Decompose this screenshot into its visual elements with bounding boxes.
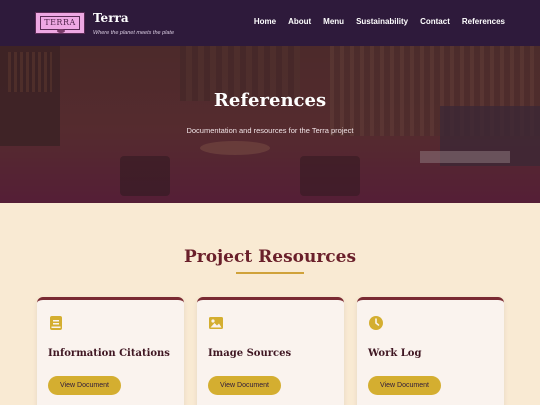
view-document-button[interactable]: View Document	[208, 376, 281, 395]
card-title: Information Citations	[48, 348, 170, 359]
nav-references[interactable]: References	[462, 17, 505, 26]
nav-home[interactable]: Home	[254, 17, 276, 26]
page-title: References	[213, 90, 327, 111]
resource-card-citations: Information Citations View Document	[37, 297, 184, 405]
card-title: Image Sources	[208, 348, 292, 359]
book-icon	[50, 316, 62, 330]
brand-title[interactable]: Terra	[93, 11, 129, 25]
terra-logo[interactable]: TERRA	[35, 12, 85, 34]
brand-tagline: Where the planet meets the plate	[93, 30, 175, 36]
main-nav: Home About Menu Sustainability Contact R…	[242, 17, 505, 26]
resource-card-images: Image Sources View Document	[197, 297, 344, 405]
resource-card-worklog: Work Log View Document	[357, 297, 504, 405]
hero-banner: References Documentation and resources f…	[0, 46, 540, 203]
nav-about[interactable]: About	[288, 17, 311, 26]
nav-menu[interactable]: Menu	[323, 17, 344, 26]
image-icon	[209, 317, 223, 329]
card-title: Work Log	[368, 348, 422, 359]
hero-overlay	[0, 46, 540, 203]
section-title: Project Resources	[183, 247, 357, 267]
clock-icon	[369, 316, 383, 330]
view-document-button[interactable]: View Document	[48, 376, 121, 395]
section-underline	[236, 272, 304, 274]
nav-contact[interactable]: Contact	[420, 17, 450, 26]
nav-sustainability[interactable]: Sustainability	[356, 17, 408, 26]
page-subtitle: Documentation and resources for the Terr…	[186, 126, 354, 135]
site-header: TERRA Terra Where the planet meets the p…	[0, 0, 540, 46]
logo-text: TERRA	[40, 16, 80, 30]
view-document-button[interactable]: View Document	[368, 376, 441, 395]
leaf-icon	[57, 29, 65, 33]
